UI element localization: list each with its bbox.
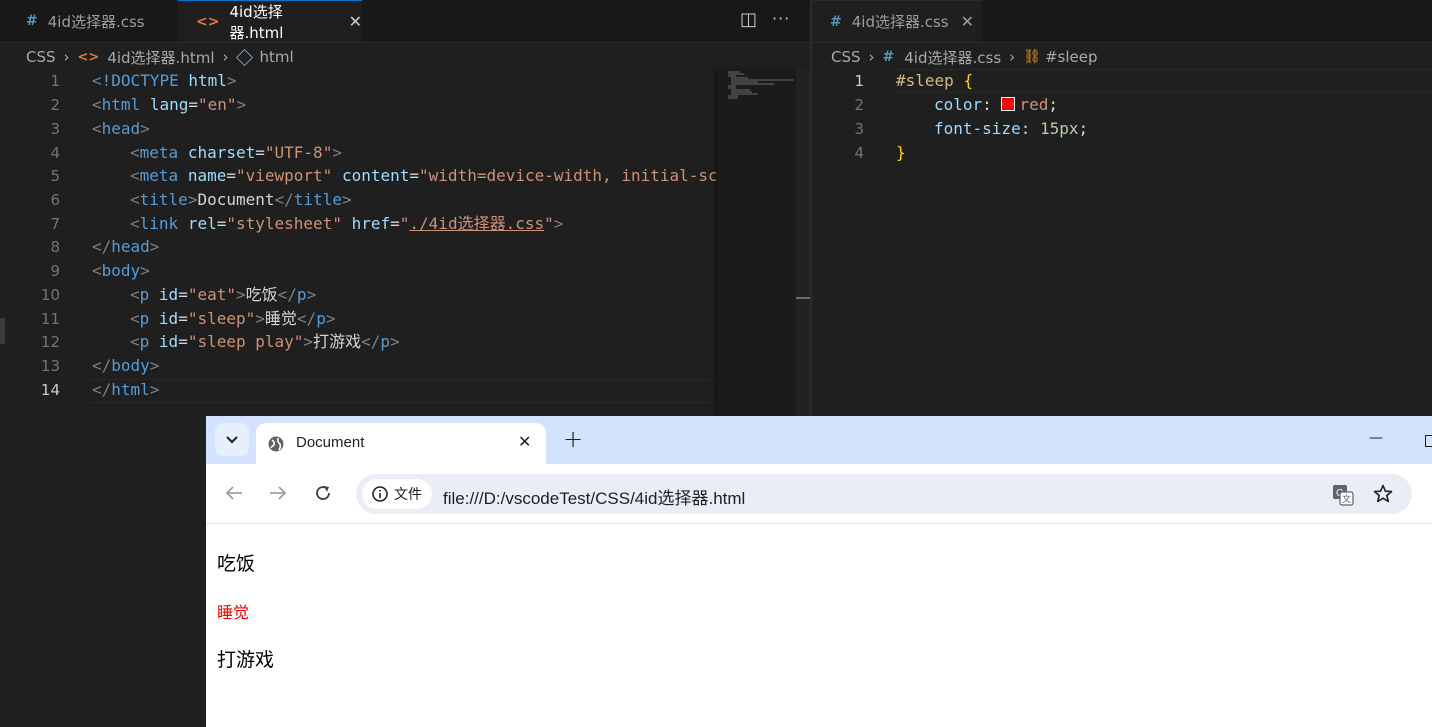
back-arrow-icon[interactable]	[225, 485, 243, 501]
line-number: 8	[50, 238, 60, 256]
code-line: <meta name="viewport" content="width=dev…	[130, 166, 718, 185]
line-number: 1	[50, 72, 60, 90]
more-actions-icon[interactable]: ···	[772, 9, 790, 28]
code-line: #sleep {	[896, 71, 974, 90]
minimap-preview	[728, 71, 794, 99]
code-line: <!DOCTYPE html>	[92, 71, 237, 90]
new-tab-button[interactable]: +	[563, 425, 583, 453]
translate-icon[interactable]: G 文	[1332, 484, 1354, 506]
url-text[interactable]: file:///D:/vscodeTest/CSS/4id选择器.html	[443, 484, 745, 509]
vertical-scrollbar[interactable]	[796, 70, 810, 416]
browser-window: Document ✕ + — 文件 file:///D:/vscodeTest/…	[206, 416, 1432, 727]
breadcrumb-folder[interactable]: CSS	[831, 48, 861, 66]
chevron-right-icon: ›	[868, 48, 875, 66]
code-line: <meta charset="UTF-8">	[130, 143, 342, 162]
code-line: color: red;	[934, 95, 1058, 114]
code-line: }	[896, 143, 906, 162]
site-info-chip[interactable]: 文件	[362, 479, 432, 509]
color-swatch[interactable]	[1001, 97, 1016, 111]
bookmark-star-icon[interactable]	[1373, 484, 1393, 504]
html-code-area[interactable]: <!DOCTYPE html> <html lang="en"> <head> …	[92, 0, 718, 410]
svg-text:文: 文	[1342, 493, 1351, 505]
line-number: 7	[50, 215, 60, 233]
chevron-down-icon	[226, 435, 238, 443]
code-line: <link rel="stylesheet" href="./4id选择器.cs…	[130, 214, 564, 233]
code-line: </head>	[92, 237, 160, 256]
maximize-button[interactable]	[1425, 435, 1432, 447]
line-number: 11	[40, 310, 60, 328]
paragraph-sleep-play: 打游戏	[217, 649, 275, 671]
css-file-icon: #	[830, 13, 842, 30]
minimize-button[interactable]: —	[1369, 430, 1383, 446]
line-number: 13	[40, 357, 60, 375]
browser-toolbar: 文件 file:///D:/vscodeTest/CSS/4id选择器.html…	[206, 464, 1432, 524]
tab-search-button[interactable]	[215, 423, 249, 456]
browser-tab[interactable]: Document ✕	[256, 423, 546, 464]
chevron-right-icon: ›	[63, 48, 70, 66]
forward-arrow-icon[interactable]	[269, 485, 287, 501]
line-number: 10	[40, 286, 60, 304]
info-chip-label: 文件	[394, 487, 422, 503]
css-file-icon: #	[26, 13, 38, 29]
code-line: <html lang="en">	[92, 95, 247, 114]
line-number: 12	[40, 333, 60, 351]
code-line: </body>	[92, 356, 160, 375]
code-line: <p id="sleep play">打游戏</p>	[130, 332, 400, 351]
address-bar[interactable]: 文件 file:///D:/vscodeTest/CSS/4id选择器.html…	[356, 474, 1412, 514]
close-tab-icon[interactable]: ✕	[518, 432, 531, 451]
line-number: 5	[50, 167, 60, 185]
paragraph-sleep: 睡觉	[217, 603, 250, 622]
code-line: <p id="eat">吃饭</p>	[130, 285, 317, 304]
minimap[interactable]	[718, 70, 796, 416]
code-line: </html>	[92, 380, 160, 399]
tab-title: Document	[296, 434, 365, 451]
stylesheet-link[interactable]: ./4id选择器.css	[409, 214, 544, 233]
line-number: 4	[854, 144, 864, 162]
line-number: 9	[50, 262, 60, 280]
css-code-area[interactable]: #sleep { color: red; font-size: 15px; }	[896, 0, 1432, 410]
info-icon	[372, 486, 388, 502]
reload-icon[interactable]	[314, 484, 332, 502]
breadcrumb-folder[interactable]: CSS	[26, 48, 56, 66]
line-number: 3	[50, 120, 60, 138]
globe-icon	[268, 436, 284, 452]
line-number: 2	[854, 96, 864, 114]
code-line: <head>	[92, 119, 150, 138]
scrollbar-cursor-marker	[796, 297, 810, 299]
css-file-icon: #	[882, 49, 895, 65]
activity-edge-marker	[0, 318, 5, 344]
line-number: 2	[50, 96, 60, 114]
line-number: 6	[50, 191, 60, 209]
line-number: 4	[50, 144, 60, 162]
paragraph-eat: 吃饭	[217, 553, 256, 575]
code-line: font-size: 15px;	[934, 119, 1089, 138]
code-line: <title>Document</title>	[130, 190, 352, 209]
line-number: 1	[854, 72, 864, 90]
code-line: <body>	[92, 261, 150, 280]
code-line: <p id="sleep">睡觉</p>	[130, 309, 336, 328]
browser-tab-strip: Document ✕ + —	[206, 416, 1432, 464]
split-editor-icon[interactable]: ◫	[740, 9, 757, 30]
page-viewport: 吃饭 睡觉 打游戏	[206, 524, 1432, 727]
line-number: 3	[854, 120, 864, 138]
line-number: 14	[40, 381, 60, 399]
